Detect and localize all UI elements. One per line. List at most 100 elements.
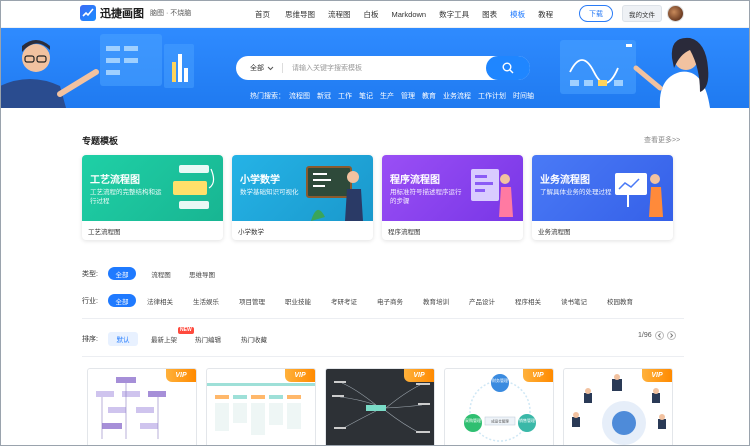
nav-markdown[interactable]: Markdown xyxy=(392,10,427,19)
template-grid: VIP VIP VIP 财务管理 采购管理 销售管理 成品仓管理 VIP VIP xyxy=(87,368,682,446)
card-desc: 工艺流程的完整结构和运行过程 xyxy=(90,189,162,205)
avatar[interactable] xyxy=(667,5,684,22)
business-flow-icon xyxy=(615,173,663,217)
chevron-right-icon xyxy=(669,333,673,338)
nav-tutorials[interactable]: 教程 xyxy=(538,9,553,20)
industry-chip[interactable]: 产品设计 xyxy=(464,294,500,307)
search-icon xyxy=(502,62,514,74)
industry-chip[interactable]: 读书笔记 xyxy=(556,294,592,307)
hot-term[interactable]: 时间轴 xyxy=(513,91,534,101)
nav-charts[interactable]: 图表 xyxy=(482,9,497,20)
hot-term[interactable]: 工作 xyxy=(338,91,352,101)
card-title: 小学数学 xyxy=(240,175,280,186)
industry-chip[interactable]: 教育培训 xyxy=(418,294,454,307)
card-title: 业务流程图 xyxy=(540,175,590,186)
nav-flowchart[interactable]: 流程图 xyxy=(328,9,351,20)
industry-chip[interactable]: 项目管理 xyxy=(234,294,270,307)
card-desc: 用标准符号描述程序运行的步骤 xyxy=(390,189,462,205)
topic-cards: 工艺流程图 工艺流程的完整结构和运行过程 工艺流程图 小学数学 数学基础知识可视… xyxy=(82,155,682,240)
nav-whiteboard[interactable]: 白板 xyxy=(364,9,379,20)
industry-chip[interactable]: 法律相关 xyxy=(142,294,178,307)
sort-hot-edit[interactable]: 热门编辑 xyxy=(190,333,226,346)
industry-chip[interactable]: 考研考证 xyxy=(326,294,362,307)
template-card[interactable]: VIP xyxy=(563,368,673,446)
math-board-icon xyxy=(306,166,363,221)
card-cover: 程序流程图 用标准符号描述程序运行的步骤 xyxy=(382,155,523,221)
hot-term[interactable]: 流程图 xyxy=(289,91,310,101)
next-page-button[interactable] xyxy=(666,331,676,340)
process-flow-icon xyxy=(173,165,215,209)
hot-term[interactable]: 工作计划 xyxy=(478,91,506,101)
divider xyxy=(82,318,684,319)
download-button[interactable]: 下载 xyxy=(579,5,613,22)
circular-node-label: 成品仓管理 xyxy=(491,419,509,424)
page-indicator: 1/96 xyxy=(638,332,652,339)
topic-card-process[interactable]: 工艺流程图 工艺流程的完整结构和运行过程 工艺流程图 xyxy=(82,155,223,240)
nav-digital-tools[interactable]: 数字工具 xyxy=(439,9,469,20)
hot-term[interactable]: 笔记 xyxy=(359,91,373,101)
nav-mindmap[interactable]: 思维导图 xyxy=(285,9,315,20)
type-filter: 类型: 全部 流程图 思维导图 xyxy=(82,267,220,280)
card-title: 程序流程图 xyxy=(390,175,440,186)
search-button[interactable] xyxy=(486,56,530,80)
industry-chip[interactable]: 电子商务 xyxy=(372,294,408,307)
search-scope-select[interactable]: 全部 xyxy=(250,56,274,80)
hot-term[interactable]: 管理 xyxy=(401,91,415,101)
banner-woman-illustration xyxy=(560,37,710,108)
card-cover: 小学数学 数学基础知识可视化 xyxy=(232,155,373,221)
prev-page-button[interactable] xyxy=(654,331,664,340)
type-chip-mindmap[interactable]: 思维导图 xyxy=(184,267,220,280)
card-cover: 业务流程图 了解具体业务的处理过程 xyxy=(532,155,673,221)
template-card[interactable]: VIP xyxy=(87,368,197,446)
type-filter-label: 类型: xyxy=(82,270,98,278)
my-files-button[interactable]: 我的文件 xyxy=(622,5,662,22)
vip-badge: VIP xyxy=(642,369,672,382)
template-card[interactable]: VIP xyxy=(325,368,435,446)
circular-node-label: 采购管理 xyxy=(465,417,481,423)
industry-chip[interactable]: 职业技能 xyxy=(280,294,316,307)
topic-card-math[interactable]: 小学数学 数学基础知识可视化 小学数学 xyxy=(232,155,373,240)
card-title: 工艺流程图 xyxy=(90,175,140,186)
logo[interactable]: 迅捷画图 脑图 · 不烧脑 xyxy=(80,5,191,21)
banner-man-illustration xyxy=(0,34,194,108)
hot-searches: 热门搜索： 流程图 新冠 工作 笔记 生产 管理 教育 业务流程 工作计划 时间… xyxy=(250,91,541,101)
divider xyxy=(82,356,684,357)
hot-term[interactable]: 新冠 xyxy=(317,91,331,101)
hot-term[interactable]: 教育 xyxy=(422,91,436,101)
card-caption: 小学数学 xyxy=(238,229,264,236)
vip-badge: VIP xyxy=(523,369,553,382)
nav-home[interactable]: 首页 xyxy=(255,9,270,20)
industry-filter-label: 行业: xyxy=(82,297,98,305)
top-nav: 迅捷画图 脑图 · 不烧脑 首页 思维导图 流程图 白板 Markdown 数字… xyxy=(0,0,750,28)
card-caption: 程序流程图 xyxy=(388,229,421,236)
topic-card-business[interactable]: 业务流程图 了解具体业务的处理过程 业务流程图 xyxy=(532,155,673,240)
industry-chip[interactable]: 生活娱乐 xyxy=(188,294,224,307)
nav-templates[interactable]: 模板 xyxy=(510,9,525,20)
industry-chip[interactable]: 校园教育 xyxy=(602,294,638,307)
hot-term[interactable]: 生产 xyxy=(380,91,394,101)
template-card[interactable]: 财务管理 采购管理 销售管理 成品仓管理 VIP xyxy=(444,368,554,446)
type-chip-flowchart[interactable]: 流程图 xyxy=(144,267,178,280)
see-more-link[interactable]: 查看更多>> xyxy=(644,135,680,145)
circular-node-label: 财务管理 xyxy=(492,377,508,383)
card-cover: 工艺流程图 工艺流程的完整结构和运行过程 xyxy=(82,155,223,221)
template-card[interactable]: VIP xyxy=(206,368,316,446)
topic-card-program[interactable]: 程序流程图 用标准符号描述程序运行的步骤 程序流程图 xyxy=(382,155,523,240)
sort-bar: 排序: 默认 最新上架 热门编辑 热门收藏 xyxy=(82,332,272,346)
search-scope-label: 全部 xyxy=(250,65,264,72)
vip-badge: VIP xyxy=(285,369,315,382)
new-badge: NEW xyxy=(178,327,194,334)
app-slogan: 脑图 · 不烧脑 xyxy=(150,10,192,17)
chevron-left-icon xyxy=(657,333,661,338)
search-input[interactable] xyxy=(292,60,462,76)
search-divider xyxy=(282,63,283,73)
industry-chip[interactable]: 程序相关 xyxy=(510,294,546,307)
sort-default[interactable]: 默认 xyxy=(108,332,138,346)
sort-hot-fav[interactable]: 热门收藏 xyxy=(236,333,272,346)
circular-node-label: 销售管理 xyxy=(519,417,535,423)
type-chip-all[interactable]: 全部 xyxy=(108,267,136,280)
sort-newest[interactable]: 最新上架 xyxy=(146,333,182,346)
industry-chip-all[interactable]: 全部 xyxy=(108,294,136,307)
hot-term[interactable]: 业务流程 xyxy=(443,91,471,101)
pager: 1/96 xyxy=(638,331,676,340)
